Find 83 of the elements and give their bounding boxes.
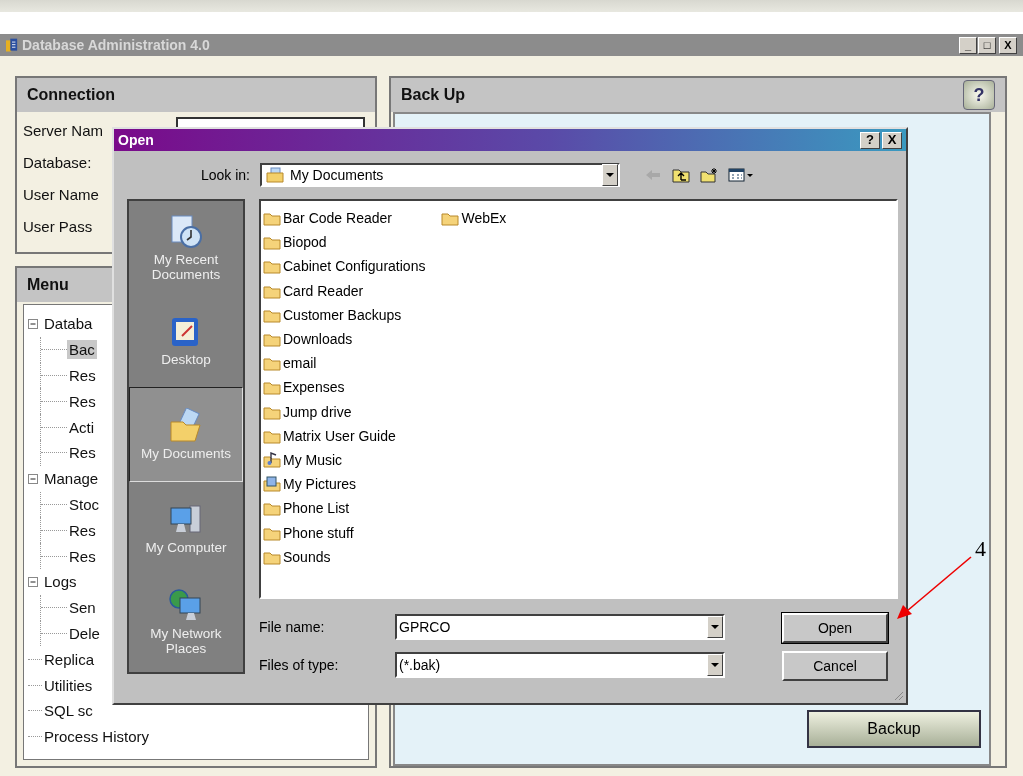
- tree-item[interactable]: Databa: [42, 314, 95, 334]
- file-item[interactable]: Cabinet Configurations: [263, 254, 426, 279]
- new-folder-icon[interactable]: [700, 167, 718, 183]
- tree-item[interactable]: Utilities: [42, 675, 95, 695]
- tree-item[interactable]: Res: [67, 391, 98, 411]
- file-name-field[interactable]: GPRCO: [395, 614, 725, 640]
- tree-item[interactable]: Dele: [67, 623, 102, 643]
- minus-box-icon[interactable]: [28, 473, 38, 484]
- maximize-button[interactable]: □: [978, 36, 996, 54]
- file-item[interactable]: Phone stuff: [263, 520, 426, 545]
- window-title: Database Administration 4.0: [22, 37, 210, 53]
- tree-item[interactable]: Stoc: [67, 494, 101, 514]
- tree-item[interactable]: Res: [67, 520, 98, 540]
- file-item[interactable]: Matrix User Guide: [263, 423, 426, 448]
- close-button[interactable]: X: [882, 131, 902, 149]
- file-item[interactable]: Jump drive: [263, 399, 426, 424]
- look-in-dropdown[interactable]: My Documents: [260, 163, 620, 187]
- file-item[interactable]: Expenses: [263, 375, 426, 400]
- pictures-folder-icon: [263, 476, 281, 493]
- field-label: User Name: [23, 185, 99, 203]
- file-name-label: File name:: [259, 619, 326, 635]
- file-item[interactable]: WebEx: [441, 206, 507, 231]
- music-folder-icon: [263, 451, 281, 468]
- open-folder-icon: [168, 408, 204, 444]
- places-item[interactable]: My Network Places: [129, 575, 243, 668]
- folder-icon: [263, 258, 281, 275]
- tree-item[interactable]: Res: [67, 366, 98, 385]
- tree-item[interactable]: SQL sc: [42, 701, 95, 721]
- file-type-label: Files of type:: [259, 657, 340, 673]
- field-label: Database:: [23, 153, 92, 171]
- folder-icon: [263, 210, 281, 227]
- file-item[interactable]: Biopod: [263, 230, 426, 255]
- places-item[interactable]: Desktop: [129, 294, 243, 387]
- folder-icon: [263, 355, 281, 372]
- tree-item[interactable]: Res: [67, 443, 98, 463]
- minus-box-icon[interactable]: [28, 576, 38, 587]
- file-item[interactable]: My Pictures: [263, 472, 426, 497]
- places-item[interactable]: My Recent Documents: [129, 201, 243, 294]
- folder-icon: [263, 234, 281, 251]
- folder-icon: [441, 210, 460, 227]
- close-button[interactable]: X: [999, 36, 1017, 54]
- file-type-dropdown[interactable]: (*.bak): [395, 652, 725, 678]
- panel-title: Connection: [27, 86, 115, 104]
- tree-item[interactable]: Acti: [67, 417, 96, 437]
- file-item[interactable]: Customer Backups: [263, 302, 426, 327]
- tree-item[interactable]: Process History: [42, 727, 152, 747]
- folder-icon: [263, 331, 281, 348]
- tree-item[interactable]: Logs: [42, 572, 79, 592]
- field-label: User Pass: [23, 217, 93, 235]
- file-item[interactable]: Downloads: [263, 326, 426, 352]
- backup-button[interactable]: Backup: [807, 710, 981, 748]
- up-folder-icon[interactable]: [672, 167, 690, 183]
- resize-grip-icon: [892, 689, 904, 701]
- app-icon: [6, 37, 18, 53]
- file-item[interactable]: Sounds: [263, 544, 426, 569]
- tree-item[interactable]: Sen: [67, 598, 98, 618]
- field-label: Server Nam: [23, 121, 104, 139]
- panel-title: Back Up: [401, 86, 466, 104]
- file-item[interactable]: My Music: [263, 447, 426, 473]
- clock-document-icon: [168, 213, 204, 250]
- panel-title: Menu: [27, 276, 69, 294]
- open-button[interactable]: Open: [782, 613, 888, 643]
- view-menu-icon[interactable]: [728, 167, 754, 183]
- tree-item[interactable]: Manage: [42, 469, 101, 489]
- tree-item[interactable]: Res: [67, 546, 98, 566]
- file-item[interactable]: Phone List: [263, 496, 426, 521]
- tree-item[interactable]: Bac: [67, 340, 97, 360]
- places-item[interactable]: My Computer: [129, 482, 243, 575]
- documents-folder-icon: [266, 167, 284, 183]
- dialog-title: Open: [118, 132, 154, 148]
- file-item[interactable]: Card Reader: [263, 278, 426, 303]
- look-in-label: Look in:: [199, 167, 251, 183]
- minimize-button[interactable]: _: [959, 36, 977, 54]
- cancel-button[interactable]: Cancel: [782, 651, 888, 681]
- folder-icon: [263, 379, 281, 396]
- help-button[interactable]: ?: [860, 131, 880, 149]
- file-item[interactable]: Bar Code Reader: [263, 206, 426, 231]
- tree-item[interactable]: Replica: [42, 649, 97, 669]
- help-button[interactable]: ?: [963, 80, 995, 110]
- minus-box-icon[interactable]: [28, 318, 38, 329]
- annotation-label: 4: [975, 536, 986, 562]
- folder-icon: [263, 500, 281, 517]
- file-item[interactable]: email: [263, 351, 426, 376]
